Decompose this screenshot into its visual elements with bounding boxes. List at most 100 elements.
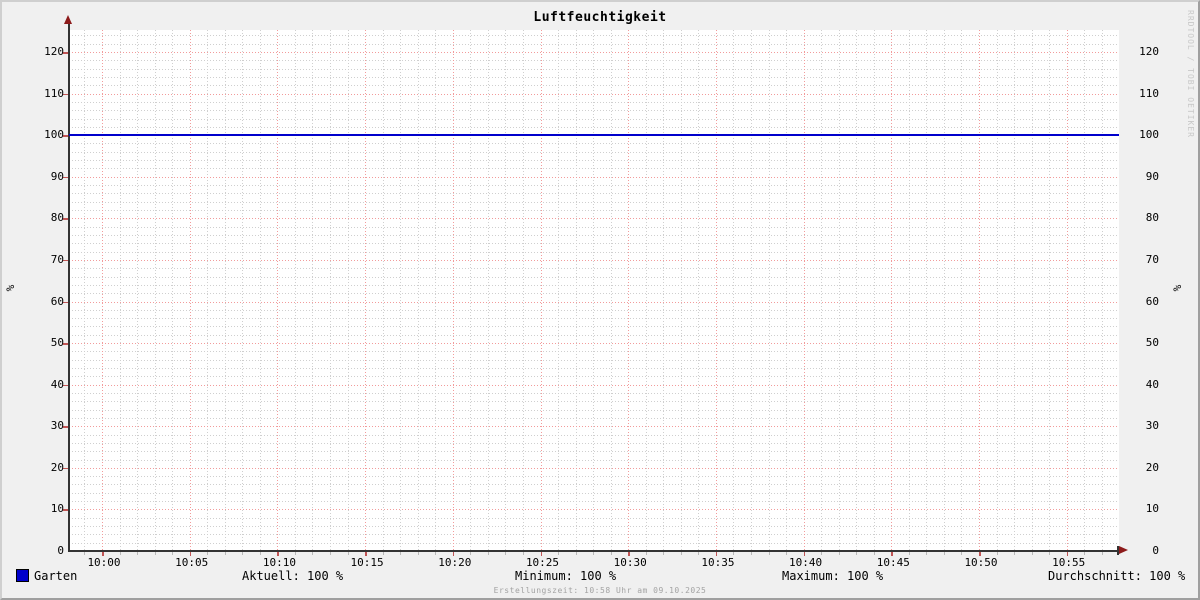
- y-tick-label-right: 40: [1145, 377, 1159, 391]
- x-minor-tick: [873, 552, 875, 555]
- x-minor-tick: [154, 552, 156, 555]
- x-axis-arrow-icon: [1119, 545, 1128, 554]
- x-grid-major: [1066, 30, 1068, 551]
- x-minor-tick: [786, 552, 788, 555]
- x-minor-tick: [1031, 552, 1033, 555]
- x-tick-label: 10:40: [789, 556, 823, 569]
- y-tick-label-right: 70: [1145, 252, 1159, 266]
- x-minor-tick: [382, 552, 384, 555]
- x-axis-line: [68, 550, 1120, 552]
- y-grid-major: [69, 343, 1119, 345]
- x-minor-tick: [259, 552, 261, 555]
- y-grid-major: [69, 467, 1119, 469]
- x-minor-tick: [347, 552, 349, 555]
- x-tick-label: 10:45: [876, 556, 910, 569]
- x-grid-minor: [645, 30, 647, 551]
- x-grid-minor: [943, 30, 945, 551]
- y-tick-label-right: 30: [1145, 419, 1159, 433]
- x-grid-minor: [347, 30, 349, 551]
- x-minor-tick: [645, 552, 647, 555]
- y-tick-label-right: 10: [1145, 502, 1159, 516]
- x-grid-minor: [593, 30, 595, 551]
- x-tick-label: 10:05: [175, 556, 209, 569]
- x-tick-label: 10:55: [1052, 556, 1086, 569]
- x-tick-label: 10:30: [613, 556, 647, 569]
- x-grid-major: [102, 30, 103, 551]
- x-minor-tick: [224, 552, 226, 555]
- y-grid-major: [69, 384, 1119, 386]
- y-tick-label-left: 100: [44, 128, 64, 142]
- x-grid-major: [628, 30, 630, 551]
- x-minor-tick: [242, 552, 244, 555]
- x-grid-minor: [1049, 30, 1051, 551]
- x-grid-minor: [137, 30, 139, 551]
- x-minor-tick: [1101, 552, 1103, 555]
- x-minor-tick: [294, 552, 296, 555]
- x-grid-minor: [154, 30, 156, 551]
- y-tick-label-left: 60: [50, 294, 64, 308]
- y-grid-major: [69, 301, 1119, 303]
- x-grid-major: [189, 30, 191, 551]
- x-minor-tick: [470, 552, 472, 555]
- x-grid-major: [715, 30, 717, 551]
- x-minor-tick: [610, 552, 612, 555]
- stat-minimum: Minimum: 100 %: [515, 569, 617, 583]
- x-grid-major: [540, 30, 542, 551]
- y-tick-label-right: 120: [1139, 45, 1159, 58]
- x-minor-tick: [119, 552, 121, 555]
- x-grid-minor: [1014, 30, 1016, 551]
- y-tick-label-left: 110: [44, 86, 64, 100]
- x-minor-tick: [593, 552, 595, 555]
- x-minor-tick: [768, 552, 770, 555]
- x-grid-minor: [768, 30, 770, 551]
- creation-time-note: Erstellungszeit: 10:58 Uhr am 09.10.2025: [493, 586, 707, 595]
- y-grid-major: [69, 93, 1119, 95]
- stat-durchschnitt: Durchschnitt: 100 %: [1048, 569, 1186, 583]
- x-tick-label: 10:25: [525, 556, 560, 569]
- x-grid-minor: [522, 30, 524, 551]
- x-minor-tick: [750, 552, 752, 555]
- x-grid-minor: [750, 30, 752, 551]
- y-tick-label-right: 0: [1152, 544, 1159, 557]
- x-grid-minor: [400, 30, 402, 551]
- x-minor-tick: [961, 552, 963, 555]
- x-grid-minor: [733, 30, 735, 551]
- x-minor-tick: [1049, 552, 1051, 555]
- x-minor-tick: [522, 552, 524, 555]
- y-tick-label-right: 20: [1145, 460, 1159, 474]
- x-grid-minor: [470, 30, 472, 551]
- x-grid-minor: [838, 30, 840, 551]
- x-minor-tick: [417, 552, 419, 555]
- x-tick-label: 10:10: [262, 556, 296, 569]
- x-minor-tick: [575, 552, 577, 555]
- x-grid-minor: [926, 30, 928, 551]
- x-minor-tick: [400, 552, 402, 555]
- x-minor-tick: [821, 552, 823, 555]
- x-grid-minor: [382, 30, 384, 551]
- rrd-graph: Luftfeuchtigkeit RRDTOOL / TOBI OETIKER …: [0, 0, 1200, 600]
- y-grid-major: [69, 259, 1119, 261]
- y-tick-label-left: 120: [44, 45, 64, 58]
- x-minor-tick: [172, 552, 174, 555]
- x-grid-minor: [663, 30, 665, 551]
- x-grid-minor: [312, 30, 314, 551]
- x-grid-major: [365, 30, 367, 551]
- x-minor-tick: [1084, 552, 1086, 555]
- y-grid-major: [69, 176, 1119, 178]
- x-minor-tick: [330, 552, 332, 555]
- x-grid-minor: [856, 30, 858, 551]
- x-grid-minor: [908, 30, 910, 551]
- x-grid-minor: [610, 30, 612, 551]
- stat-aktuell: Aktuell: 100 %: [242, 569, 344, 583]
- x-grid-minor: [1031, 30, 1033, 551]
- x-grid-minor: [224, 30, 226, 551]
- x-grid-minor: [821, 30, 823, 551]
- x-grid-minor: [680, 30, 682, 551]
- x-grid-minor: [505, 30, 507, 551]
- x-grid-minor: [330, 30, 332, 551]
- x-minor-tick: [680, 552, 682, 555]
- x-minor-tick: [505, 552, 507, 555]
- y-tick-label-left: 30: [50, 419, 64, 433]
- x-tick-label: 10:00: [87, 556, 121, 569]
- x-grid-minor: [698, 30, 700, 551]
